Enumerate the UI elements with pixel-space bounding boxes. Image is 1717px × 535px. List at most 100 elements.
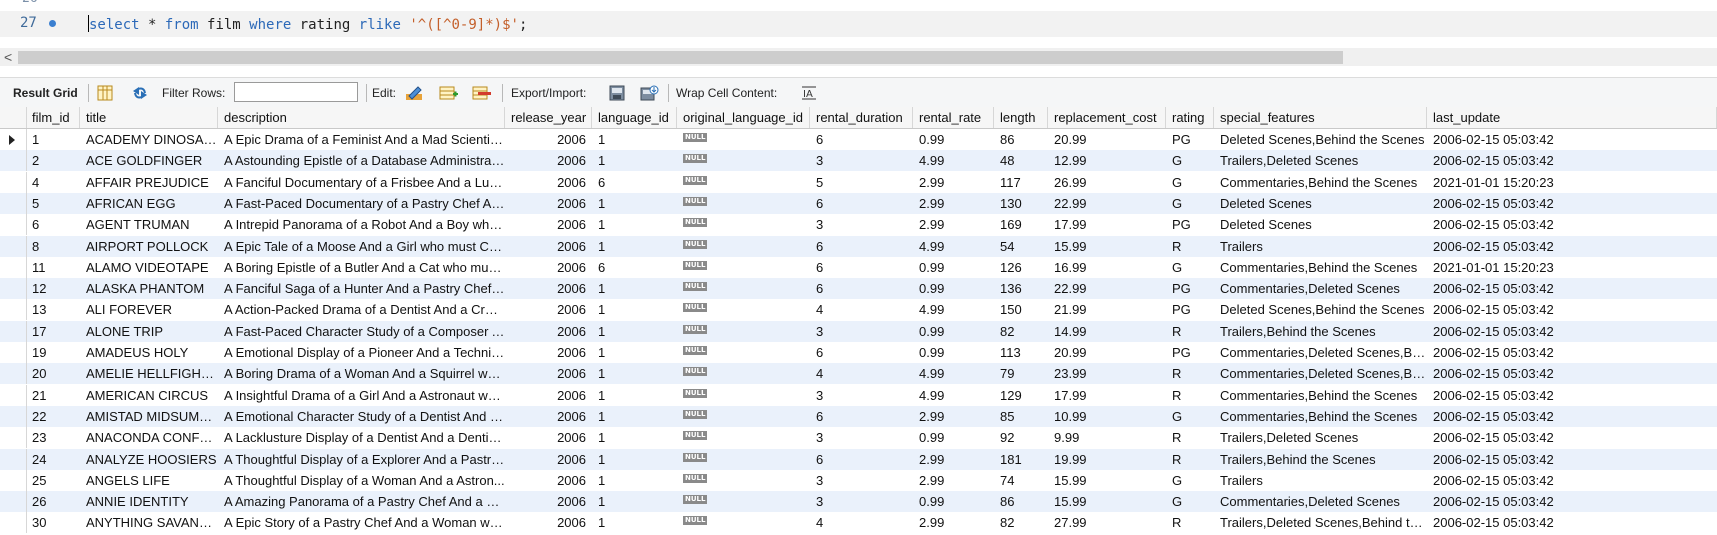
cell-last-update[interactable]: 2021-01-01 15:20:23 [1427,257,1717,278]
cell-rating[interactable]: PG [1166,129,1214,150]
cell-rental-duration[interactable]: 3 [810,470,913,491]
delete-row-icon[interactable] [472,85,491,101]
cell-rental-duration[interactable]: 3 [810,491,913,512]
cell-release-year[interactable]: 2006 [505,150,592,171]
column-header-rental-duration[interactable]: rental_duration [810,107,913,128]
cell-film-id[interactable]: 13 [26,299,80,320]
cell-release-year[interactable]: 2006 [505,512,592,533]
cell-language-id[interactable]: 1 [592,363,677,384]
cell-replacement-cost[interactable]: 21.99 [1048,299,1166,320]
cell-description[interactable]: A Insightful Drama of a Girl And a Astro… [218,385,505,406]
cell-rental-rate[interactable]: 2.99 [913,193,994,214]
cell-language-id[interactable]: 1 [592,150,677,171]
cell-release-year[interactable]: 2006 [505,193,592,214]
cell-original-language-id[interactable]: NULL [677,470,810,491]
row-selector[interactable] [0,235,27,257]
cell-rental-duration[interactable]: 4 [810,299,913,320]
cell-rental-duration[interactable]: 4 [810,363,913,384]
cell-original-language-id[interactable]: NULL [677,512,810,533]
cell-original-language-id[interactable]: NULL [677,385,810,406]
column-header-rental-rate[interactable]: rental_rate [913,107,994,128]
cell-rental-duration[interactable]: 3 [810,385,913,406]
column-header-language-id[interactable]: language_id [592,107,677,128]
cell-description[interactable]: A Thoughtful Display of a Woman And a As… [218,470,505,491]
cell-original-language-id[interactable]: NULL [677,129,810,150]
cell-rental-duration[interactable]: 3 [810,321,913,342]
cell-original-language-id[interactable]: NULL [677,278,810,299]
cell-film-id[interactable]: 5 [26,193,80,214]
cell-release-year[interactable]: 2006 [505,299,592,320]
table-row[interactable]: 30 ANYTHING SAVANNAH A Epic Story of a Pas… [0,512,1717,534]
cell-special-features[interactable]: Trailers,Behind the Scenes [1214,321,1427,342]
row-selector[interactable] [0,320,27,342]
cell-replacement-cost[interactable]: 15.99 [1048,470,1166,491]
cell-last-update[interactable]: 2006-02-15 05:03:42 [1427,150,1717,171]
cell-length[interactable]: 82 [994,321,1048,342]
column-header-original-language-id[interactable]: original_language_id [677,107,810,128]
table-row[interactable]: 17 ALONE TRIP A Fast-Paced Character Study… [0,320,1717,342]
cell-title[interactable]: AMELIE HELLFIGHTERS [80,363,218,384]
cell-title[interactable]: AFFAIR PREJUDICE [80,172,218,193]
cell-rental-duration[interactable]: 5 [810,172,913,193]
cell-rental-rate[interactable]: 0.99 [913,257,994,278]
cell-film-id[interactable]: 2 [26,150,80,171]
column-header-rating[interactable]: rating [1166,107,1214,128]
cell-release-year[interactable]: 2006 [505,278,592,299]
cell-length[interactable]: 126 [994,257,1048,278]
cell-original-language-id[interactable]: NULL [677,449,810,470]
cell-description[interactable]: A Thoughtful Display of a Explorer And a… [218,449,505,470]
cell-language-id[interactable]: 1 [592,236,677,257]
table-row[interactable]: 23 ANACONDA CONFES... A Lacklusture Displa… [0,427,1717,449]
cell-description[interactable]: A Action-Packed Drama of a Dentist And a… [218,299,505,320]
cell-length[interactable]: 150 [994,299,1048,320]
cell-last-update[interactable]: 2006-02-15 05:03:42 [1427,427,1717,448]
cell-film-id[interactable]: 12 [26,278,80,299]
filter-rows-input[interactable] [234,82,358,102]
cell-rating[interactable]: G [1166,470,1214,491]
scrollbar-thumb[interactable] [18,51,1343,64]
column-header-release-year[interactable]: release_year [505,107,592,128]
cell-film-id[interactable]: 17 [26,321,80,342]
wrap-cell-icon[interactable]: IA [800,85,818,101]
cell-title[interactable]: ANACONDA CONFES... [80,427,218,448]
cell-language-id[interactable]: 1 [592,278,677,299]
cell-film-id[interactable]: 26 [26,491,80,512]
cell-special-features[interactable]: Trailers [1214,236,1427,257]
table-row[interactable]: 4 AFFAIR PREJUDICE A Fanciful Documentary … [0,171,1717,193]
cell-description[interactable]: A Amazing Panorama of a Pastry Chef And … [218,491,505,512]
cell-language-id[interactable]: 1 [592,214,677,235]
cell-title[interactable]: ANGELS LIFE [80,470,218,491]
cell-rating[interactable]: G [1166,193,1214,214]
cell-original-language-id[interactable]: NULL [677,363,810,384]
cell-language-id[interactable]: 1 [592,512,677,533]
cell-length[interactable]: 85 [994,406,1048,427]
cell-rating[interactable]: R [1166,449,1214,470]
editor-horizontal-scrollbar[interactable]: < [0,48,1717,66]
row-selector[interactable] [0,129,27,150]
cell-release-year[interactable]: 2006 [505,427,592,448]
cell-rental-rate[interactable]: 2.99 [913,470,994,491]
cell-film-id[interactable]: 11 [26,257,80,278]
cell-rating[interactable]: R [1166,321,1214,342]
cell-language-id[interactable]: 1 [592,385,677,406]
cell-film-id[interactable]: 22 [26,406,80,427]
cell-original-language-id[interactable]: NULL [677,427,810,448]
cell-special-features[interactable]: Commentaries,Deleted Scenes [1214,278,1427,299]
cell-language-id[interactable]: 1 [592,406,677,427]
cell-last-update[interactable]: 2006-02-15 05:03:42 [1427,193,1717,214]
cell-original-language-id[interactable]: NULL [677,150,810,171]
cell-release-year[interactable]: 2006 [505,449,592,470]
cell-length[interactable]: 54 [994,236,1048,257]
cell-replacement-cost[interactable]: 22.99 [1048,278,1166,299]
cell-rating[interactable]: R [1166,363,1214,384]
cell-original-language-id[interactable]: NULL [677,491,810,512]
row-selector[interactable] [0,384,27,406]
cell-language-id[interactable]: 1 [592,193,677,214]
sql-editor[interactable]: 26 27 select * from film where rating rl… [0,0,1717,46]
refresh-icon[interactable] [130,85,148,101]
cell-rental-duration[interactable]: 6 [810,449,913,470]
cell-rating[interactable]: G [1166,406,1214,427]
cell-length[interactable]: 181 [994,449,1048,470]
column-header-description[interactable]: description [218,107,505,128]
cell-title[interactable]: ACE GOLDFINGER [80,150,218,171]
